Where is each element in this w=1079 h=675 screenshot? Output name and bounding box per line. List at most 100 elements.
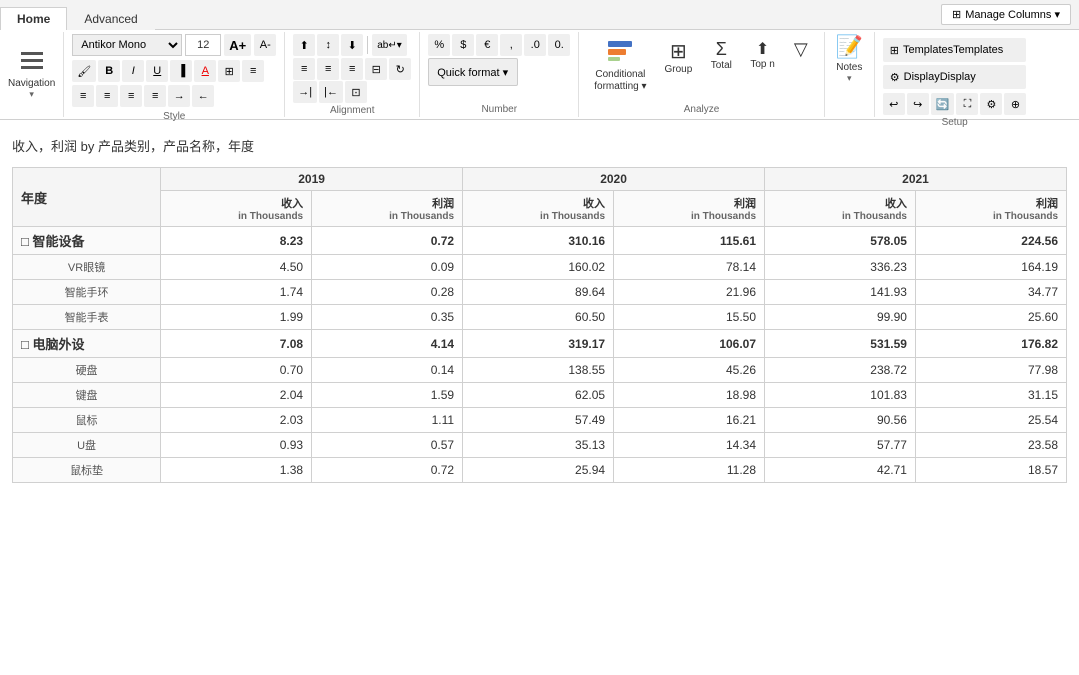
profit-cell: 115.61 bbox=[614, 227, 765, 255]
settings-button[interactable]: ⚙ bbox=[980, 93, 1002, 115]
border-button[interactable]: ⊞ bbox=[218, 60, 240, 82]
decimal-increase-button[interactable]: .0 bbox=[524, 34, 546, 56]
navigation-label: Navigation bbox=[8, 78, 55, 89]
tab-bar: Home Advanced ⊞ Manage Columns ▾ bbox=[0, 0, 1079, 30]
row-label: 鼠标垫 bbox=[13, 458, 161, 483]
align-right2-button[interactable]: ≡ bbox=[120, 85, 142, 107]
increase-indent-button[interactable]: →| bbox=[293, 81, 317, 103]
rev-cell: 319.17 bbox=[463, 330, 614, 358]
ribbon-notes-group: 📝 Notes ▾ bbox=[825, 32, 875, 117]
percent-button[interactable]: % bbox=[428, 34, 450, 56]
rev-2019-header: 收入 in Thousands bbox=[161, 191, 312, 227]
paint-brush-button[interactable]: 🖌 bbox=[72, 60, 96, 82]
expand-button[interactable]: ⊕ bbox=[1004, 93, 1026, 115]
outdent-button[interactable]: ← bbox=[192, 85, 214, 107]
row-label: 智能手表 bbox=[13, 305, 161, 330]
underline-button[interactable]: U bbox=[146, 60, 168, 82]
euro-button[interactable]: € bbox=[476, 34, 498, 56]
align-left2-button[interactable]: ≡ bbox=[72, 85, 94, 107]
filter-icon: ▽ bbox=[794, 39, 808, 60]
tab-advanced[interactable]: Advanced bbox=[67, 7, 154, 30]
topn-icon: ⬆ bbox=[756, 39, 769, 59]
year-column-header: 年度 bbox=[13, 168, 161, 227]
rev-cell: 101.83 bbox=[765, 383, 916, 408]
rev-cell: 141.93 bbox=[765, 280, 916, 305]
group-button[interactable]: ⊞ Group bbox=[658, 34, 700, 80]
align-left-button[interactable]: ≡ bbox=[293, 58, 315, 80]
font-increase-button[interactable]: A+ bbox=[224, 34, 251, 56]
refresh-button[interactable]: 🔄 bbox=[931, 93, 955, 115]
profit-cell: 15.50 bbox=[614, 305, 765, 330]
sub-row: 鼠标垫1.380.7225.9411.2842.7118.57 bbox=[13, 458, 1067, 483]
category-row: □ 电脑外设7.084.14319.17106.07531.59176.82 bbox=[13, 330, 1067, 358]
align-bottom-button[interactable]: ⬇ bbox=[341, 34, 363, 56]
bold-button[interactable]: B bbox=[98, 60, 120, 82]
font-family-select[interactable]: Antikor Mono bbox=[72, 34, 182, 56]
profit-cell: 164.19 bbox=[915, 255, 1066, 280]
align-center-button[interactable]: ≡ bbox=[317, 58, 339, 80]
display-button[interactable]: ⚙ DisplayDisplay bbox=[883, 65, 1027, 89]
align-middle-button[interactable]: ↕ bbox=[317, 34, 339, 56]
italic-button[interactable]: I bbox=[122, 60, 144, 82]
ribbon-style-group: Antikor Mono 12 A+ A- 🖌 B I U ▐ A ⊞ ≡ ≡ … bbox=[64, 32, 285, 117]
dollar-button[interactable]: $ bbox=[452, 34, 474, 56]
wrap-text-button[interactable]: ab↵▾ bbox=[372, 34, 407, 56]
quick-format-label: Quick format ▾ bbox=[437, 66, 508, 79]
decrease-indent-button[interactable]: |← bbox=[319, 81, 343, 103]
profit-cell: 1.11 bbox=[312, 408, 463, 433]
sub-row: 鼠标2.031.1157.4916.2190.5625.54 bbox=[13, 408, 1067, 433]
justify-button[interactable]: ≡ bbox=[144, 85, 166, 107]
indent-button[interactable]: → bbox=[168, 85, 190, 107]
redo-button[interactable]: ↪ bbox=[907, 93, 929, 115]
profit-cell: 23.58 bbox=[915, 433, 1066, 458]
fullscreen-button[interactable]: ⛶ bbox=[956, 93, 978, 115]
merge-button[interactable]: ⊟ bbox=[365, 58, 387, 80]
sub-row: 硬盘0.700.14138.5545.26238.7277.98 bbox=[13, 358, 1067, 383]
sub-row: 键盘2.041.5962.0518.98101.8331.15 bbox=[13, 383, 1067, 408]
topn-button[interactable]: ⬆ Top n bbox=[743, 34, 781, 75]
undo-button[interactable]: ↩ bbox=[883, 93, 905, 115]
ribbon-analyze-group: Conditionalformatting ▾ ⊞ Group Σ Total … bbox=[579, 32, 825, 117]
profit-cell: 11.28 bbox=[614, 458, 765, 483]
cell-padding-button[interactable]: ⊡ bbox=[345, 81, 367, 103]
sub-row: 智能手环1.740.2889.6421.96141.9334.77 bbox=[13, 280, 1067, 305]
rev-2021-header: 收入 in Thousands bbox=[765, 191, 916, 227]
profit-cell: 0.72 bbox=[312, 458, 463, 483]
sub-row: 智能手表1.990.3560.5015.5099.9025.60 bbox=[13, 305, 1067, 330]
filter-button[interactable]: ▽ bbox=[786, 34, 816, 65]
year-2020-header: 2020 bbox=[463, 168, 765, 191]
quick-format-button[interactable]: Quick format ▾ bbox=[428, 58, 518, 86]
profit-cell: 4.14 bbox=[312, 330, 463, 358]
year-2019-header: 2019 bbox=[161, 168, 463, 191]
tab-home[interactable]: Home bbox=[0, 7, 67, 30]
conditional-formatting-button[interactable]: Conditionalformatting ▾ bbox=[587, 34, 653, 98]
rev-2020-header: 收入 in Thousands bbox=[463, 191, 614, 227]
align-top-button[interactable]: ⬆ bbox=[293, 34, 315, 56]
rev-cell: 1.38 bbox=[161, 458, 312, 483]
format-button[interactable]: ≡ bbox=[242, 60, 264, 82]
align-center2-button[interactable]: ≡ bbox=[96, 85, 118, 107]
setup-label: Setup bbox=[881, 115, 1029, 128]
profit-cell: 77.98 bbox=[915, 358, 1066, 383]
profit-cell: 0.09 bbox=[312, 255, 463, 280]
profit-cell: 18.98 bbox=[614, 383, 765, 408]
profit-cell: 0.72 bbox=[312, 227, 463, 255]
comma-button[interactable]: , bbox=[500, 34, 522, 56]
profit-cell: 224.56 bbox=[915, 227, 1066, 255]
ribbon-setup-group: ⊞ TemplatesTemplates ⚙ DisplayDisplay ↩ … bbox=[875, 32, 1035, 117]
row-label: 智能手环 bbox=[13, 280, 161, 305]
manage-columns-button[interactable]: ⊞ Manage Columns ▾ bbox=[941, 4, 1071, 25]
conditional-formatting-icon bbox=[606, 39, 634, 67]
decimal-decrease-button[interactable]: 0. bbox=[548, 34, 570, 56]
align-right-button[interactable]: ≡ bbox=[341, 58, 363, 80]
rev-cell: 57.49 bbox=[463, 408, 614, 433]
row-label: □ 电脑外设 bbox=[13, 330, 161, 358]
templates-button[interactable]: ⊞ TemplatesTemplates bbox=[883, 38, 1027, 62]
highlight-button[interactable]: ▐ bbox=[170, 60, 192, 82]
rotate-button[interactable]: ↻ bbox=[389, 58, 411, 80]
font-color-button[interactable]: A bbox=[194, 60, 216, 82]
rev-cell: 531.59 bbox=[765, 330, 916, 358]
total-button[interactable]: Σ Total bbox=[703, 34, 739, 76]
font-decrease-button[interactable]: A- bbox=[254, 34, 276, 56]
ribbon-navigation[interactable]: Navigation ▾ bbox=[0, 32, 64, 117]
